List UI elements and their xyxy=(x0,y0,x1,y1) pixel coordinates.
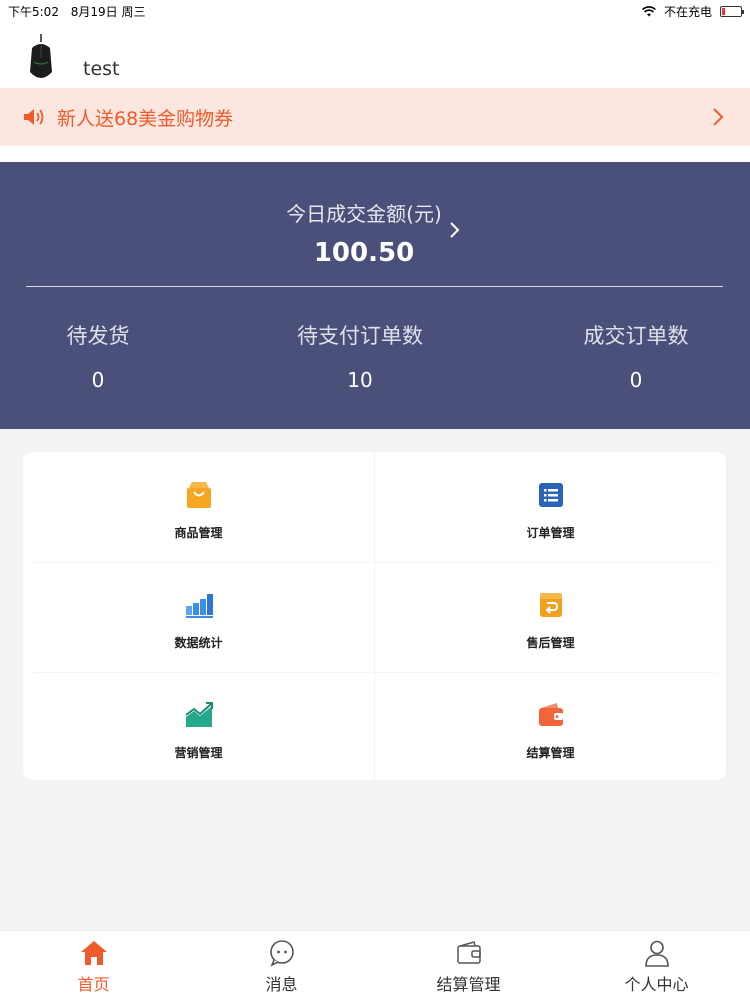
wallet-icon xyxy=(539,703,563,726)
user-icon xyxy=(645,940,669,967)
sales-stats-panel: 今日成交金额(元) 100.50 待发货 0 待支付订单数 10 成交订单数 0 xyxy=(0,162,750,429)
menu-item-product-management[interactable]: 商品管理 xyxy=(23,452,374,562)
management-menu: 商品管理 订单管理 数据统计 售后管理 营销管理 结算管理 xyxy=(23,452,726,780)
stat-value: 0 xyxy=(629,368,643,392)
stat-label: 成交订单数 xyxy=(583,324,689,348)
menu-item-label: 售后管理 xyxy=(526,636,575,650)
wallet-icon xyxy=(457,941,481,964)
store-name: test xyxy=(83,58,120,80)
tab-label: 个人中心 xyxy=(624,975,689,994)
speaker-icon xyxy=(24,109,44,125)
home-icon xyxy=(81,941,107,965)
chevron-right-icon xyxy=(713,108,724,126)
status-right: 不在充电 xyxy=(642,3,744,20)
stat-value: 0 xyxy=(91,368,105,392)
menu-item-after-sales[interactable]: 售后管理 xyxy=(375,562,726,672)
order-list-icon xyxy=(539,483,563,507)
mouse-icon[interactable] xyxy=(24,34,58,84)
stat-pending-payment[interactable]: 待支付订单数 10 xyxy=(280,320,440,392)
stat-completed-orders[interactable]: 成交订单数 0 xyxy=(566,320,706,392)
stat-value: 10 xyxy=(347,368,373,392)
spacer xyxy=(0,146,750,162)
tab-home[interactable]: 首页 xyxy=(0,931,187,1000)
menu-item-label: 商品管理 xyxy=(174,526,223,540)
promo-banner[interactable]: 新人送68美金购物券 xyxy=(0,88,750,146)
after-sales-icon xyxy=(540,593,562,617)
tab-label: 首页 xyxy=(77,975,110,994)
status-left: 下午5:02 8月19日 周三 xyxy=(8,3,154,20)
shopping-bag-icon xyxy=(187,482,211,508)
menu-item-data-statistics[interactable]: 数据统计 xyxy=(23,562,374,672)
bottom-tab-bar: 首页 消息 结算管理 个人中心 xyxy=(0,930,750,1000)
tab-messages[interactable]: 消息 xyxy=(188,931,375,1000)
menu-item-order-management[interactable]: 订单管理 xyxy=(375,452,726,562)
wifi-icon xyxy=(642,6,656,17)
bar-chart-icon xyxy=(186,594,213,618)
stat-pending-shipment[interactable]: 待发货 0 xyxy=(48,320,148,392)
trend-chart-icon xyxy=(185,702,213,727)
today-sales-amount: 100.50 xyxy=(313,238,415,268)
menu-item-settlement[interactable]: 结算管理 xyxy=(375,672,726,782)
stat-label: 待发货 xyxy=(66,324,130,348)
status-bar: 下午5:02 8月19日 周三 不在充电 xyxy=(0,0,750,22)
tab-label: 结算管理 xyxy=(436,975,501,994)
menu-item-label: 营销管理 xyxy=(174,746,223,760)
menu-item-label: 订单管理 xyxy=(526,526,575,540)
menu-item-marketing[interactable]: 营销管理 xyxy=(23,672,374,782)
menu-item-label: 数据统计 xyxy=(174,636,223,650)
status-date: 8月19日 周三 xyxy=(70,5,146,19)
today-sales-label: 今日成交金额(元) xyxy=(286,202,442,226)
charging-status: 不在充电 xyxy=(663,5,712,19)
divider xyxy=(26,286,723,287)
stat-label: 待支付订单数 xyxy=(297,324,423,348)
promo-text: 新人送68美金购物券 xyxy=(57,108,234,130)
status-time: 下午5:02 xyxy=(8,5,59,19)
chevron-right-icon[interactable] xyxy=(449,221,461,239)
store-header: test xyxy=(0,22,750,88)
battery-icon xyxy=(720,6,744,17)
tab-profile[interactable]: 个人中心 xyxy=(563,931,750,1000)
tab-settlement[interactable]: 结算管理 xyxy=(375,931,562,1000)
tab-label: 消息 xyxy=(265,975,298,994)
message-icon xyxy=(270,940,294,967)
menu-item-label: 结算管理 xyxy=(526,746,575,760)
